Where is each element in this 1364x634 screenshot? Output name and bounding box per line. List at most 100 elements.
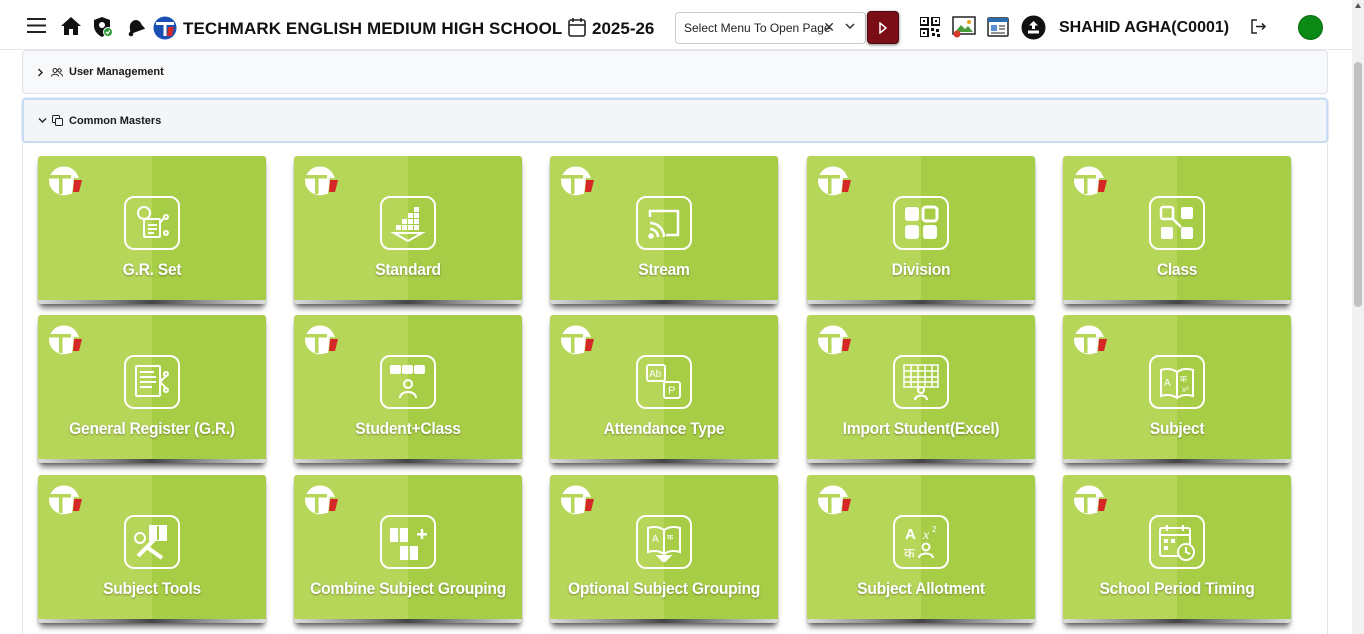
school-logo-icon — [46, 164, 82, 203]
bell-icon[interactable] — [124, 17, 146, 37]
combine-subject-icon — [380, 515, 436, 569]
tile-stream[interactable]: Stream — [550, 156, 778, 304]
scrollbar-thumb[interactable] — [1354, 62, 1362, 307]
tile-label: School Period Timing — [1099, 579, 1255, 598]
svg-text:2: 2 — [932, 525, 937, 534]
school-logo-icon — [1071, 164, 1107, 203]
school-logo-icon — [302, 323, 338, 362]
svg-text:क: क — [1180, 374, 1188, 384]
tile-label: Subject — [1149, 419, 1205, 438]
accordion-common-masters[interactable]: Common Masters — [22, 98, 1328, 143]
chevron-down-icon — [38, 117, 47, 124]
accordion-user-management[interactable]: User Management — [22, 50, 1328, 94]
tile-student-class[interactable]: Student+Class — [294, 315, 522, 463]
user-name[interactable]: SHAHID AGHA(C0001) — [1059, 19, 1229, 37]
school-logo-icon — [815, 164, 851, 203]
school-logo-icon — [815, 483, 851, 522]
school-logo-icon — [46, 323, 82, 362]
svg-text:A: A — [1164, 378, 1171, 389]
optional-subject-icon: Aक — [636, 515, 692, 569]
upload-icon[interactable] — [1021, 15, 1046, 40]
svg-text:P: P — [668, 385, 675, 397]
school-logo-icon — [1071, 323, 1107, 362]
users-icon — [51, 67, 63, 77]
calendar-icon — [568, 17, 586, 37]
logout-icon[interactable] — [1251, 19, 1267, 34]
tile-label: Division — [891, 260, 951, 279]
school-logo-icon — [558, 323, 594, 362]
tile-label: Attendance Type — [603, 419, 725, 438]
svg-text:x: x — [922, 528, 930, 543]
svg-text:क: क — [667, 533, 674, 542]
online-status-indicator[interactable] — [1298, 15, 1323, 40]
tile-label: G.R. Set — [122, 260, 182, 279]
photo-gallery-icon[interactable] — [952, 16, 976, 38]
standard-icon — [380, 196, 436, 250]
school-logo-icon — [815, 323, 851, 362]
tile-standard[interactable]: Standard — [294, 156, 522, 304]
chevron-down-icon[interactable] — [845, 20, 855, 34]
clear-icon[interactable]: ✕ — [823, 19, 835, 36]
school-logo-icon — [1071, 483, 1107, 522]
tile-label: Combine Subject Grouping — [310, 579, 506, 598]
tile-label: Class — [1156, 260, 1198, 279]
accordion-label: Common Masters — [69, 114, 162, 127]
vertical-scrollbar[interactable] — [1352, 0, 1364, 634]
tile-label: Optional Subject Grouping — [567, 579, 761, 598]
tile-label: General Register (G.R.) — [69, 419, 235, 438]
tile-attendance-type[interactable]: Ab P Attendance Type — [550, 315, 778, 463]
school-logo-icon — [558, 164, 594, 203]
accordion-label: User Management — [69, 66, 164, 78]
svg-text:A: A — [905, 526, 916, 543]
tile-import-student[interactable]: Import Student(Excel) — [807, 315, 1035, 463]
chevron-right-icon — [37, 68, 44, 77]
menu-select-placeholder: Select Menu To Open Page — [684, 21, 831, 35]
school-logo-icon — [558, 483, 594, 522]
svg-text:x²: x² — [1182, 385, 1189, 394]
school-logo-icon — [302, 164, 338, 203]
academic-year[interactable]: 2025-26 — [592, 19, 654, 39]
id-card-icon[interactable] — [987, 17, 1009, 37]
attendance-type-icon: Ab P — [636, 355, 692, 409]
import-student-icon — [893, 355, 949, 409]
subject-icon: A क x² — [1149, 355, 1205, 409]
svg-text:A: A — [652, 534, 659, 545]
student-class-icon — [380, 355, 436, 409]
copy-icon — [52, 115, 63, 126]
open-page-button[interactable] — [867, 11, 899, 44]
school-logo-icon — [153, 16, 177, 40]
tile-subject-tools[interactable]: Subject Tools — [38, 475, 266, 623]
tile-subject-allotment[interactable]: Ax 2 क Subject Allotment — [807, 475, 1035, 623]
scroll-up-arrow[interactable] — [1355, 3, 1361, 8]
svg-text:Ab: Ab — [649, 369, 662, 380]
subject-allotment-icon: Ax2 क — [893, 515, 949, 569]
class-icon — [1149, 196, 1205, 250]
tile-label: Subject Allotment — [857, 579, 985, 598]
tile-division[interactable]: Division — [807, 156, 1035, 304]
stream-icon — [636, 196, 692, 250]
general-register-icon — [124, 355, 180, 409]
tile-optional-subject[interactable]: A क Optional Subject Grouping — [550, 475, 778, 623]
tile-label: Subject Tools — [103, 579, 201, 598]
school-name: TECHMARK ENGLISH MEDIUM HIGH SCHOOL — [183, 19, 563, 38]
hamburger-menu-icon[interactable] — [27, 18, 46, 33]
school-logo-icon — [302, 483, 338, 522]
tile-label: Stream — [638, 260, 690, 279]
qr-code-icon[interactable] — [920, 17, 940, 37]
shield-check-icon[interactable] — [92, 16, 114, 38]
division-icon — [893, 196, 949, 250]
tile-label: Import Student(Excel) — [842, 419, 1000, 438]
tile-subject[interactable]: A क x² Subject — [1063, 315, 1291, 463]
tile-label: Standard — [375, 260, 441, 279]
tile-gr-set[interactable]: G.R. Set — [38, 156, 266, 304]
menu-select-dropdown[interactable]: Select Menu To Open Page ✕ — [675, 12, 866, 44]
tile-general-register[interactable]: General Register (G.R.) — [38, 315, 266, 463]
tile-combine-subject[interactable]: Combine Subject Grouping — [294, 475, 522, 623]
tile-label: Student+Class — [355, 419, 461, 438]
top-navbar: TECHMARK ENGLISH MEDIUM HIGH SCHOOL 2025… — [0, 0, 1352, 50]
period-timing-icon — [1149, 515, 1205, 569]
tile-class[interactable]: Class — [1063, 156, 1291, 304]
home-icon[interactable] — [61, 17, 81, 35]
subject-tools-icon — [124, 515, 180, 569]
tile-period-timing[interactable]: School Period Timing — [1063, 475, 1291, 623]
